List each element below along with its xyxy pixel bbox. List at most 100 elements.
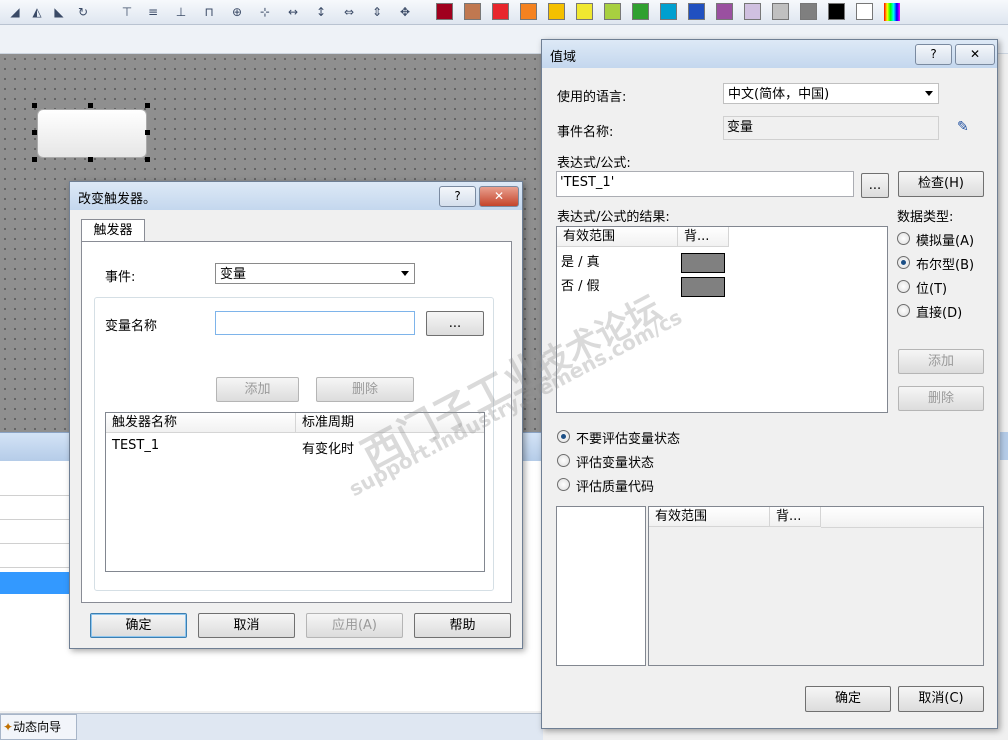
column-header[interactable]: 背... <box>678 227 729 247</box>
distribute-icon[interactable]: ⊹ <box>256 3 274 21</box>
selected-button-object[interactable] <box>37 109 147 158</box>
radio-no-eval[interactable] <box>557 430 570 443</box>
result-list[interactable]: 有效范围 背... 是 / 真 否 / 假 <box>556 226 888 413</box>
resize-handle[interactable] <box>32 103 37 108</box>
language-select[interactable]: 中文(简体，中国) <box>723 83 939 104</box>
expr-input[interactable]: 'TEST_1' <box>556 171 854 197</box>
browse-button[interactable]: ... <box>426 311 484 336</box>
column-header[interactable]: 标准周期 <box>296 413 484 433</box>
help-button[interactable]: ? <box>439 186 476 207</box>
vertical-spacing-icon[interactable]: ↕ <box>312 3 330 21</box>
radio-eval-quality[interactable] <box>557 478 570 491</box>
var-name-input[interactable] <box>215 311 415 335</box>
color-swatch[interactable] <box>520 3 537 20</box>
table-row[interactable]: 否 / 假 <box>557 273 887 297</box>
ok-button[interactable]: 确定 <box>805 686 891 712</box>
color-swatch[interactable] <box>632 3 649 20</box>
color-swatch[interactable] <box>604 3 621 20</box>
align-top-icon[interactable]: ⊤ <box>118 3 136 21</box>
quality-list[interactable] <box>556 506 646 666</box>
help-button[interactable]: ? <box>915 44 952 65</box>
radio-label: 位(T) <box>916 282 948 297</box>
event-select[interactable]: 变量 <box>215 263 415 284</box>
color-swatch[interactable] <box>436 3 453 20</box>
add-button[interactable]: 添加 <box>898 349 984 374</box>
radio-bit[interactable] <box>897 280 910 293</box>
rotate-icon[interactable]: ↻ <box>74 3 92 21</box>
stretch-height-icon[interactable]: ⇕ <box>368 3 386 21</box>
format-toolbar: ◢ ◭ ◣ ↻ ⊤ ≡ ⊥ ⊓ ⊕ ⊹ ↔ ↕ ⇔ ⇕ ✥ <box>0 0 1008 25</box>
radio-boolean[interactable] <box>897 256 910 269</box>
expr-browse-button[interactable]: ... <box>861 173 889 198</box>
cancel-button[interactable]: 取消(C) <box>898 686 984 712</box>
color-swatch[interactable] <box>828 3 845 20</box>
apply-button[interactable]: 应用(A) <box>306 613 403 638</box>
color-picker-icon[interactable] <box>884 3 900 21</box>
resize-handle[interactable] <box>145 103 150 108</box>
radio-label: 模拟量(A) <box>916 234 975 249</box>
same-height-icon[interactable]: ⊕ <box>228 3 246 21</box>
check-button[interactable]: 检查(H) <box>898 171 984 197</box>
align-bottom-icon[interactable]: ⊥ <box>172 3 190 21</box>
color-swatch[interactable] <box>548 3 565 20</box>
event-name-label: 事件名称: <box>557 125 614 140</box>
delete-button[interactable]: 删除 <box>898 386 984 411</box>
color-swatch[interactable] <box>492 3 509 20</box>
event-name-field: 变量 <box>723 116 939 140</box>
tab-trigger[interactable]: 触发器 <box>81 219 145 243</box>
color-swatch[interactable] <box>660 3 677 20</box>
color-swatch[interactable] <box>856 3 873 20</box>
color-swatch[interactable] <box>744 3 761 20</box>
dialog-title: 值域 <box>550 50 577 65</box>
table-row[interactable]: 是 / 真 <box>557 249 887 273</box>
add-button[interactable]: 添加 <box>216 377 299 402</box>
resize-handle[interactable] <box>145 157 150 162</box>
resize-handle[interactable] <box>88 157 93 162</box>
close-button[interactable]: ✕ <box>479 186 519 207</box>
stretch-width-icon[interactable]: ⇔ <box>340 3 358 21</box>
color-swatch[interactable] <box>800 3 817 20</box>
status-bar <box>0 713 543 740</box>
wand-icon: ✦ <box>3 720 14 734</box>
column-header[interactable]: 背... <box>770 507 821 527</box>
same-width-icon[interactable]: ⊓ <box>200 3 218 21</box>
dynamic-wizard-tab[interactable]: ✦动态向导 <box>0 714 77 740</box>
radio-eval-status[interactable] <box>557 454 570 467</box>
help-text-button[interactable]: 帮助 <box>414 613 511 638</box>
range-cell: 否 / 假 <box>561 279 600 294</box>
resize-handle[interactable] <box>145 130 150 135</box>
radio-direct[interactable] <box>897 304 910 317</box>
resize-handle[interactable] <box>88 103 93 108</box>
color-swatch[interactable] <box>681 253 725 273</box>
horizontal-spacing-icon[interactable]: ↔ <box>284 3 302 21</box>
table-row[interactable]: TEST_1 有变化时 <box>106 436 484 457</box>
close-button[interactable]: ✕ <box>955 44 995 65</box>
header-filler <box>821 507 983 528</box>
trigger-list[interactable]: 触发器名称 标准周期 TEST_1 有变化时 <box>105 412 485 572</box>
delete-button[interactable]: 删除 <box>316 377 414 402</box>
quality-range-list[interactable]: 有效范围 背... <box>648 506 984 666</box>
color-swatch[interactable] <box>772 3 789 20</box>
column-header[interactable]: 触发器名称 <box>106 413 296 433</box>
resize-handle[interactable] <box>32 130 37 135</box>
align-left-icon[interactable]: ◢ <box>6 3 24 21</box>
ok-button[interactable]: 确定 <box>90 613 187 638</box>
resize-handle[interactable] <box>32 157 37 162</box>
cancel-button[interactable]: 取消 <box>198 613 295 638</box>
align-right-icon[interactable]: ◣ <box>50 3 68 21</box>
center-icon[interactable]: ✥ <box>396 3 414 21</box>
tag-edit-icon[interactable]: ✎ <box>957 119 969 135</box>
column-header[interactable]: 有效范围 <box>649 507 770 527</box>
color-swatch[interactable] <box>576 3 593 20</box>
selected-property-row[interactable] <box>0 572 70 594</box>
color-swatch[interactable] <box>464 3 481 20</box>
align-center-icon[interactable]: ◭ <box>28 3 46 21</box>
color-swatch[interactable] <box>716 3 733 20</box>
color-swatch[interactable] <box>688 3 705 20</box>
color-swatch[interactable] <box>681 277 725 297</box>
event-label: 事件: <box>105 270 136 285</box>
align-middle-icon[interactable]: ≡ <box>144 3 162 21</box>
radio-analog[interactable] <box>897 232 910 245</box>
column-header[interactable]: 有效范围 <box>557 227 678 247</box>
expr-label: 表达式/公式: <box>557 156 631 171</box>
